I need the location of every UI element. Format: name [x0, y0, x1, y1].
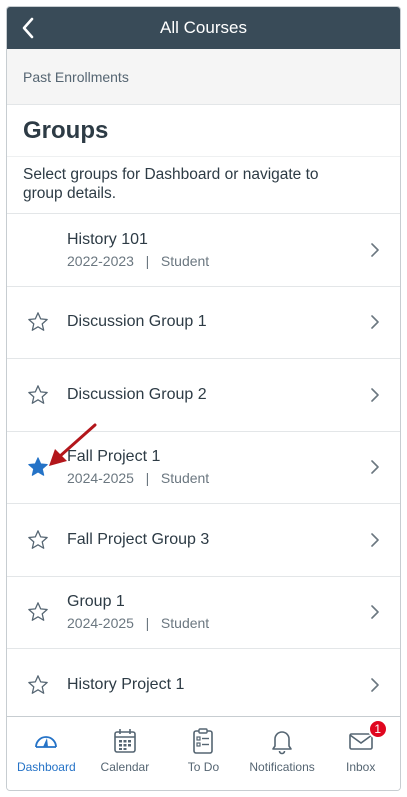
page-title: Groups	[7, 105, 400, 157]
navbar-title: All Courses	[160, 18, 247, 37]
group-row-discussion-group-1[interactable]: Discussion Group 1	[7, 285, 400, 359]
chevron-right-icon	[371, 315, 379, 330]
chevron-right-icon	[371, 677, 379, 692]
chevron-right-icon	[371, 460, 379, 475]
star-filled-icon[interactable]	[27, 456, 49, 478]
group-term-role: 2022-2023 | Student	[67, 252, 210, 269]
star-outline-icon[interactable]	[27, 311, 49, 333]
chevron-right-icon	[371, 387, 379, 402]
group-row-fall-project-1[interactable]: Fall Project 1 2024-2025 | Student	[7, 430, 400, 504]
groups-description: Select groups for Dashboard or navigate …	[23, 166, 319, 202]
past-enrollments-header: Past Enrollments	[7, 49, 400, 105]
app-frame: All Courses Past Enrollments Groups Sele…	[6, 6, 401, 791]
dashboard-icon	[35, 736, 58, 748]
back-button[interactable]	[13, 13, 43, 43]
group-name: Discussion Group 2	[67, 385, 207, 403]
star-outline-icon[interactable]	[27, 529, 49, 551]
group-term-role: 2024-2025 | Student	[67, 470, 210, 487]
todo-icon	[193, 728, 214, 754]
calendar-icon	[114, 729, 136, 753]
group-name: Fall Project Group 3	[67, 530, 210, 548]
tab-label: Dashboard	[16, 760, 76, 774]
chevron-left-icon	[22, 17, 34, 39]
group-name: History 101	[67, 230, 148, 248]
tab-calendar[interactable]: Calendar	[86, 717, 165, 790]
group-row-discussion-group-2[interactable]: Discussion Group 2	[7, 358, 400, 431]
tab-todo[interactable]: To Do	[164, 717, 243, 790]
group-term-role: 2024-2025 | Student	[67, 615, 210, 632]
group-row-history-101[interactable]: History 101 2022-2023 | Student	[7, 213, 400, 286]
tab-notifications[interactable]: Notifications	[243, 717, 322, 790]
unread-badge: 1	[367, 719, 388, 739]
star-outline-icon[interactable]	[27, 601, 49, 623]
chevron-right-icon	[371, 242, 379, 257]
tab-dashboard[interactable]: Dashboard	[7, 717, 86, 790]
chevron-right-icon	[371, 605, 379, 620]
tab-bar: Dashboard Calendar To Do Notifications 1…	[7, 716, 400, 790]
tab-label: Calendar	[100, 760, 150, 774]
group-name: History Project 1	[67, 675, 185, 693]
tab-label: Notifications	[249, 760, 315, 774]
groups-list: History 101 2022-2023 | Student Discussi…	[7, 213, 400, 721]
bell-icon	[272, 731, 292, 755]
tab-label: Inbox	[345, 760, 376, 774]
tab-label: To Do	[187, 760, 220, 774]
chevron-right-icon	[371, 532, 379, 547]
star-outline-icon[interactable]	[27, 674, 49, 696]
group-row-history-project-1[interactable]: History Project 1	[7, 648, 400, 721]
group-row-fall-project-group-3[interactable]: Fall Project Group 3	[7, 503, 400, 576]
group-row-group-1[interactable]: Group 1 2024-2025 | Student	[7, 575, 400, 649]
tab-inbox[interactable]: 1 Inbox	[321, 717, 400, 790]
group-name: Group 1	[67, 593, 125, 611]
navbar: All Courses	[7, 7, 400, 49]
group-name: Fall Project 1	[67, 448, 161, 466]
star-outline-icon[interactable]	[27, 384, 49, 406]
group-name: Discussion Group 1	[67, 313, 207, 331]
